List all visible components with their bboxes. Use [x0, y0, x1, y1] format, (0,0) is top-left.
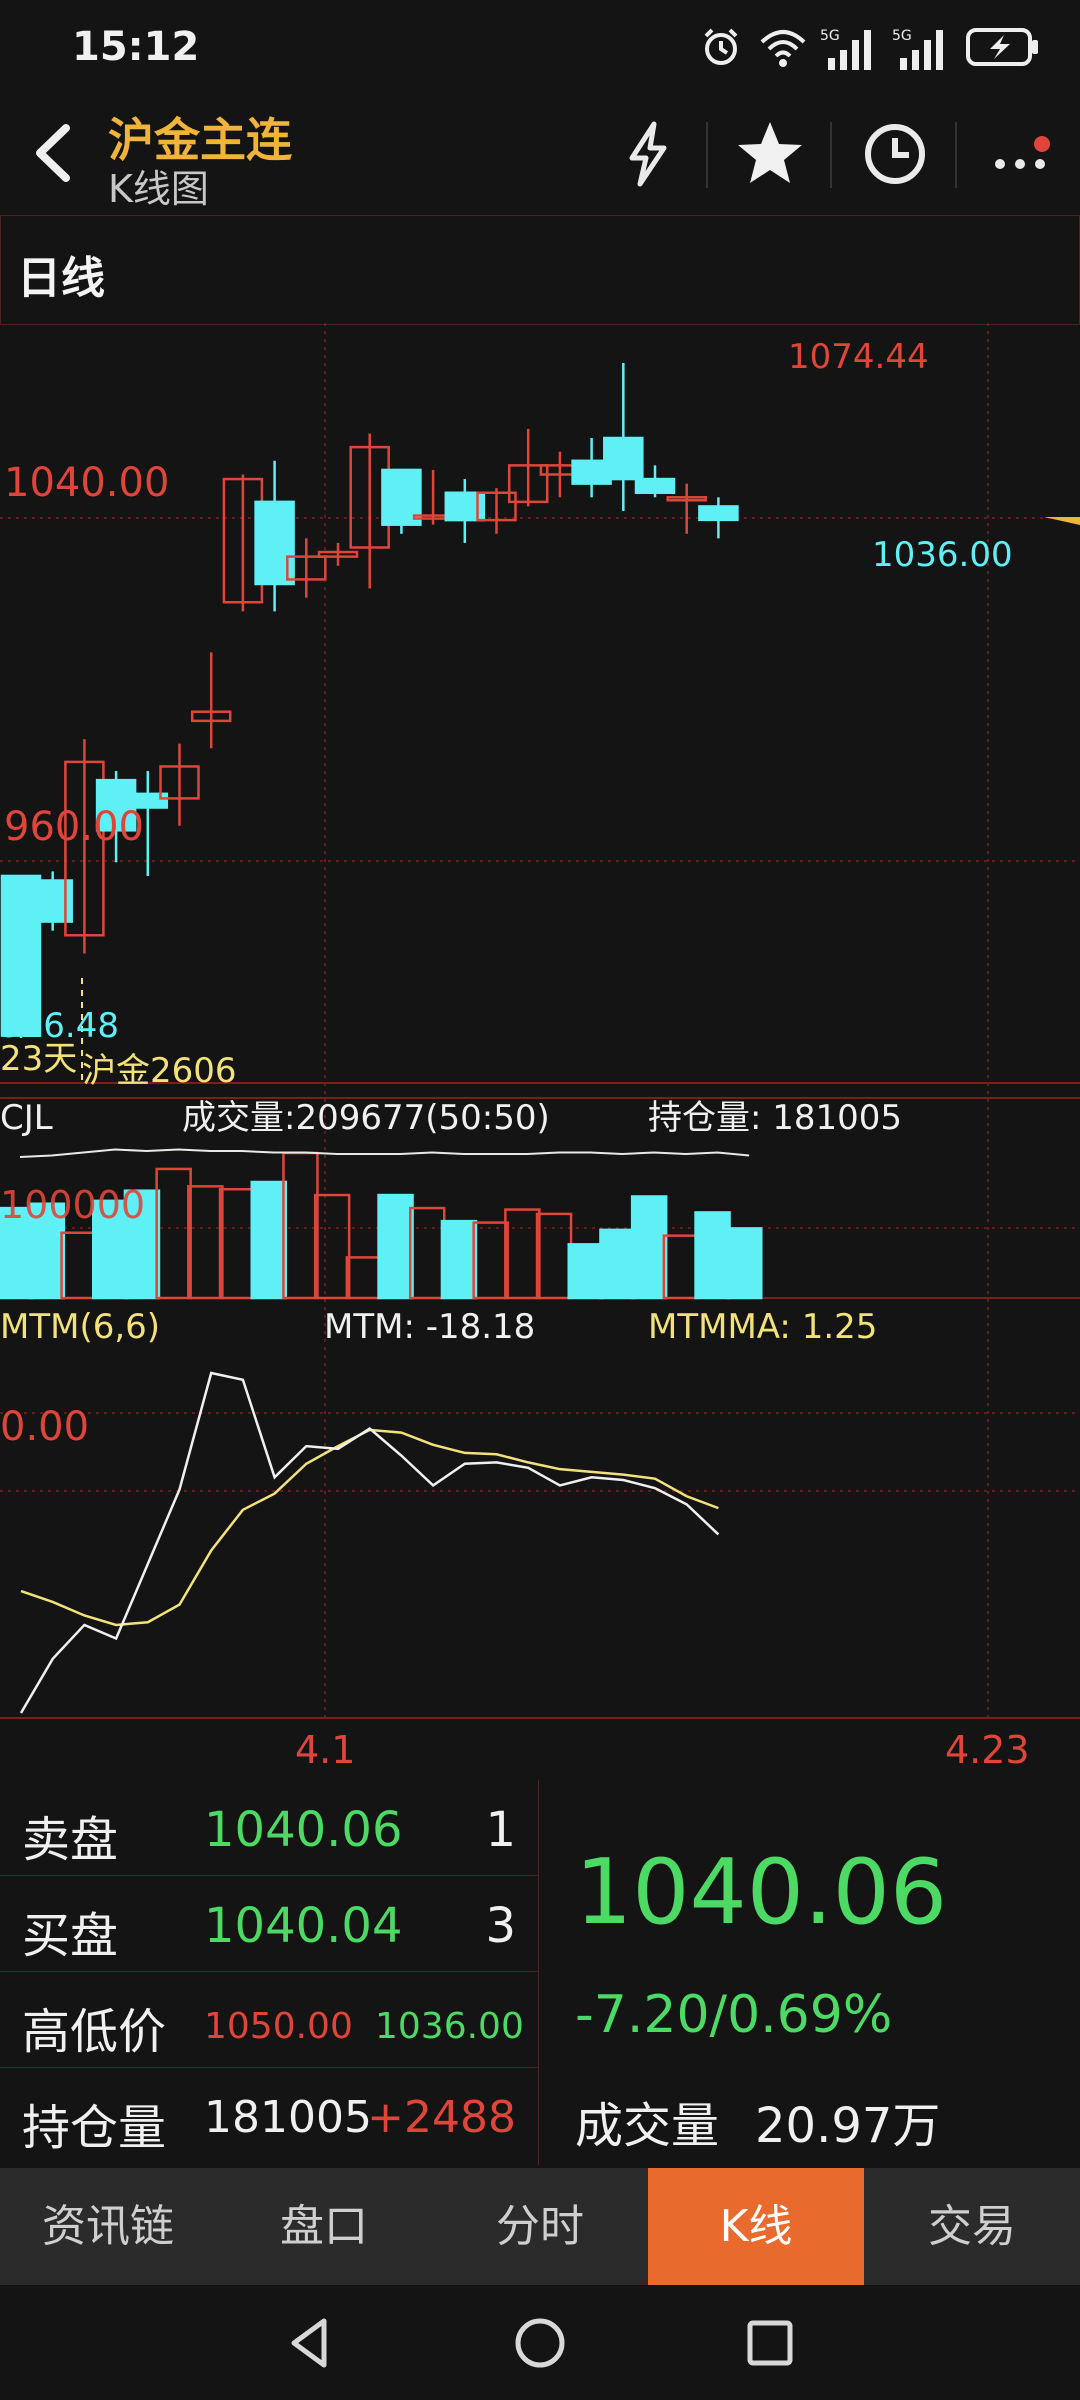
more-menu-icon[interactable]: [980, 114, 1060, 194]
open-interest-label: 持仓量: [22, 2100, 167, 2156]
header-separator: [706, 122, 708, 188]
turnover-label: 成交量: [575, 2098, 720, 2154]
bottom-tab-bar: 资讯链 盘口 分时 K线 交易: [0, 2168, 1080, 2285]
low-price-label: 1036.00: [872, 535, 1013, 575]
high-price-label: 1074.44: [788, 337, 929, 377]
volume-bar: [694, 1211, 731, 1300]
price-change: -7.20/0.69%: [575, 1985, 893, 2045]
volume-label: 成交量:209677(50:50): [182, 1098, 550, 1138]
volume-bar: [726, 1227, 763, 1300]
contract-label: 沪金2606: [82, 1051, 237, 1091]
volume-bar: [662, 1234, 700, 1300]
bid-price: 1040.04: [204, 1898, 403, 1954]
quote-panel: 卖盘 1040.06 1 买盘 1040.04 3 高低价 1050.00 10…: [0, 1780, 1080, 2165]
volume-bar: [345, 1256, 383, 1300]
timeframe-selector[interactable]: 日线: [0, 215, 1080, 325]
open-interest-row: 持仓量 181005 +2488: [0, 2068, 538, 2163]
status-time: 15:12: [72, 24, 200, 70]
volume-bar: [472, 1221, 509, 1300]
x-label-end: 4.23: [945, 1728, 1030, 1772]
range-days-label: 23天: [0, 1039, 77, 1079]
volume-bar: [313, 1193, 351, 1300]
alarm-icon: [704, 28, 738, 65]
open-interest-value: 181005: [204, 2092, 372, 2143]
mtm-value-label: MTM: -18.18: [324, 1307, 535, 1347]
high-low-row: 高低价 1050.00 1036.00: [0, 1972, 538, 2068]
high-price: 1050.00: [204, 2006, 353, 2047]
volume-bar: [155, 1167, 192, 1300]
x-label-start: 4.1: [295, 1728, 355, 1772]
volume-axis-label: 100000: [0, 1183, 145, 1227]
quote-divider: [538, 1780, 539, 2165]
status-bar: 15:12 5G 5G: [0, 0, 1080, 100]
net1-label: 5G: [820, 28, 840, 44]
ask-price: 1040.06: [204, 1802, 403, 1858]
volume-bar: [630, 1195, 668, 1300]
header: 沪金主连 K线图: [0, 100, 1080, 215]
tab-intraday[interactable]: 分时: [432, 2168, 648, 2285]
tab-news-chain[interactable]: 资讯链: [0, 2168, 216, 2285]
nav-home-icon[interactable]: [510, 2313, 570, 2373]
volume-bar: [567, 1243, 605, 1300]
volume-bar: [409, 1206, 446, 1300]
volume-bar: [187, 1185, 224, 1300]
open-interest-change: +2488: [367, 2092, 516, 2143]
bid-label: 买盘: [22, 1908, 119, 1964]
lightning-icon[interactable]: [608, 114, 688, 194]
mtm-line: [19, 1371, 720, 1714]
mtm-panel: [19, 1371, 720, 1714]
mtm-panel-name: MTM(6,6): [0, 1307, 160, 1347]
system-nav-bar: [0, 2285, 1080, 2400]
volume-bar: [60, 1231, 97, 1300]
last-price: 1040.06: [575, 1840, 948, 1945]
ask-row[interactable]: 卖盘 1040.06 1: [0, 1780, 538, 1876]
battery-icon: [966, 28, 1038, 66]
candle-body: [634, 477, 676, 494]
ask-label: 卖盘: [22, 1812, 119, 1868]
volume-bar: [282, 1151, 319, 1300]
header-separator: [830, 122, 832, 188]
tab-order-book[interactable]: 盘口: [216, 2168, 432, 2285]
volume-bar: [440, 1219, 478, 1300]
price-label-level2: 960.00: [4, 804, 144, 850]
high-low-label: 高低价: [22, 2004, 167, 2060]
open-interest-line: [19, 1148, 750, 1158]
volume-bar: [377, 1193, 414, 1300]
volume-bar: [218, 1188, 256, 1300]
timeframe-label: 日线: [17, 253, 105, 304]
status-icons: 5G 5G: [700, 26, 1040, 76]
tab-trade[interactable]: 交易: [864, 2168, 1080, 2285]
history-clock-icon[interactable]: [855, 114, 935, 194]
net2-label: 5G: [892, 28, 912, 44]
volume-bar: [250, 1180, 288, 1300]
candle-body: [603, 436, 644, 481]
kline-chart[interactable]: 1040.00 960.00 1074.44 1036.00 926.48 23…: [0, 323, 1080, 1780]
candle-body: [698, 505, 739, 522]
header-separator: [955, 122, 957, 188]
price-label-level1: 1040.00: [4, 460, 169, 506]
turnover-value: 20.97万: [755, 2098, 941, 2154]
back-arrow-icon[interactable]: [20, 118, 90, 188]
ask-volume: 1: [485, 1802, 516, 1858]
volume-bar: [599, 1228, 636, 1300]
wifi-icon: [760, 30, 806, 67]
mtmma-line: [20, 1428, 719, 1627]
open-interest-label: 持仓量: 181005: [648, 1098, 902, 1138]
volume-bar: [504, 1208, 541, 1300]
tab-kline[interactable]: K线: [648, 2168, 864, 2285]
bid-row[interactable]: 买盘 1040.04 3: [0, 1876, 538, 1972]
nav-recents-icon[interactable]: [740, 2313, 800, 2373]
mtm-axis-label: 0.00: [0, 1404, 89, 1450]
signal-5g-icon-2: 5G: [892, 28, 943, 70]
volume-panel-name: CJL: [0, 1098, 53, 1138]
chart-grid: [0, 323, 1080, 1719]
bid-volume: 3: [485, 1898, 516, 1954]
volume-bar: [535, 1212, 573, 1300]
mtmma-value-label: MTMMA: 1.25: [648, 1307, 877, 1347]
signal-5g-icon-1: 5G: [820, 28, 871, 70]
nav-back-icon[interactable]: [280, 2313, 340, 2373]
page-subtitle: K线图: [108, 167, 209, 211]
low-price: 1036.00: [375, 2006, 524, 2047]
star-icon[interactable]: [730, 114, 810, 194]
